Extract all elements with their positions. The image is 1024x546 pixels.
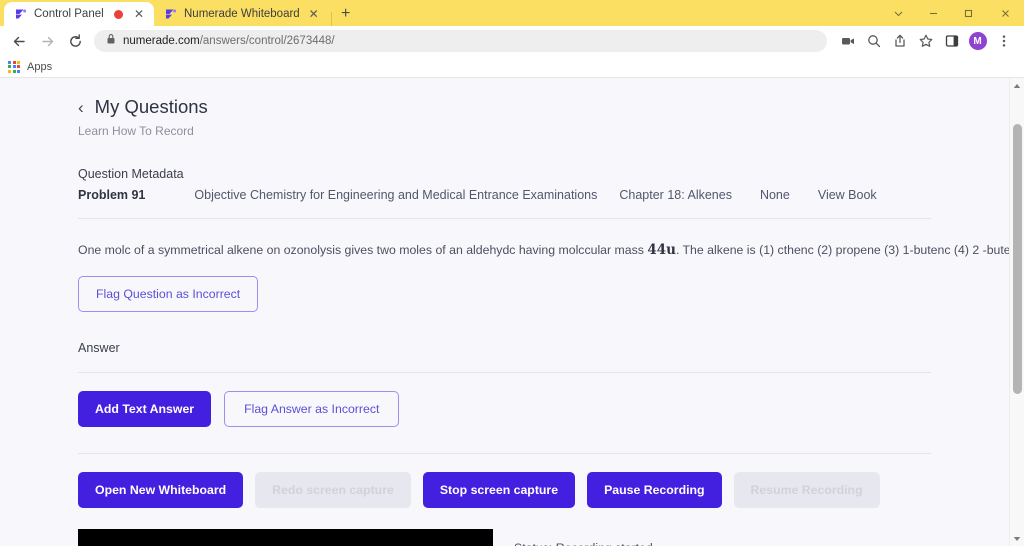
tab-close-icon[interactable]: ✕ [307,7,321,21]
minimize-icon[interactable] [916,0,951,26]
address-bar[interactable]: numerade.com/answers/control/2673448/ [94,30,827,52]
close-icon[interactable] [986,0,1024,26]
problem-number: Problem 91 [78,188,146,202]
tab-recording-indicator-icon [114,9,123,19]
recording-status-text: Status: Recording started. [514,541,750,546]
forward-icon[interactable] [34,28,60,54]
chapter-label: Chapter 18: Alkenes [619,188,732,202]
tab-strip: Control Panel ✕ Numerade Whiteboard ✕ + [0,0,358,26]
browser-tab-control-panel[interactable]: Control Panel ✕ [4,2,154,26]
metadata-divider [78,218,931,219]
side-panel-icon[interactable] [939,29,964,54]
open-new-whiteboard-button[interactable]: Open New Whiteboard [78,472,244,509]
pause-recording-button[interactable]: Pause Recording [587,472,722,509]
new-tab-button[interactable]: + [334,2,358,26]
back-chevron-icon[interactable]: ‹ [78,99,84,116]
reload-icon[interactable] [62,28,88,54]
maximize-icon[interactable] [951,0,986,26]
apps-grid-icon[interactable] [8,60,20,73]
numerade-logo-icon [164,8,177,21]
question-metadata-heading: Question Metadata [78,167,184,181]
section-label: None [759,188,790,202]
stop-screen-capture-button[interactable]: Stop screen capture [422,472,576,509]
scroll-up-arrow-icon[interactable] [1010,78,1024,93]
redo-screen-capture-button: Redo screen capture [255,472,411,509]
star-icon[interactable] [913,29,938,54]
flag-answer-as-incorrect-button[interactable]: Flag Answer as Incorrect [224,391,400,428]
recording-controls: Open New Whiteboard Redo screen capture … [78,472,931,509]
page-title[interactable]: My Questions [95,96,208,118]
url-path: /answers/control/2673448/ [199,35,335,47]
url-domain: numerade.com [123,35,200,47]
recording-divider [78,453,931,455]
tab-separator [330,12,332,26]
status-column: Status: Recording started. Upload and Fi… [493,529,750,546]
question-text-part2: . The alkene is (1) cthenc (2) propene (… [675,243,1009,257]
scrollbar-thumb[interactable] [1013,124,1022,394]
view-book-link[interactable]: View Book [818,188,877,202]
tab-title: Numerade Whiteboard [184,8,300,20]
question-text: One molc of a symmetrical alkene on ozon… [78,241,1009,259]
recording-preview-section: Status: Recording started. Upload and Fi… [78,529,931,546]
page-viewport: ‹ My Questions Learn How To Record Quest… [0,78,1024,546]
search-icon[interactable] [861,29,886,54]
book-title: Objective Chemistry for Engineering and … [194,188,598,202]
learn-how-to-record-link[interactable]: Learn How To Record [78,124,931,138]
flag-question-as-incorrect-button[interactable]: Flag Question as Incorrect [78,276,259,313]
answer-heading: Answer [78,341,120,356]
bookmark-apps-label[interactable]: Apps [27,61,52,73]
address-bar-url: numerade.com/answers/control/2673448/ [123,35,335,47]
lock-icon [106,32,116,50]
browser-window: Control Panel ✕ Numerade Whiteboard ✕ + [0,0,1024,546]
page-header: ‹ My Questions [78,96,931,118]
answer-actions: Add Text Answer Flag Answer as Incorrect [78,391,931,428]
page-content: ‹ My Questions Learn How To Record Quest… [0,78,1009,546]
video-preview[interactable] [78,529,493,546]
answer-divider [78,372,931,374]
tab-title: Control Panel [34,8,104,20]
video-camera-icon[interactable] [835,29,860,54]
avatar-initial: M [968,32,987,50]
more-menu-icon[interactable] [991,29,1016,54]
resume-recording-button: Resume Recording [733,472,880,509]
question-text-part1: One molc of a symmetrical alkene on ozon… [78,243,648,257]
numerade-logo-icon [14,8,27,21]
vertical-scrollbar[interactable] [1009,78,1024,546]
navigation-toolbar: numerade.com/answers/control/2673448/ M [0,26,1024,56]
bookmarks-bar: Apps [0,56,1024,78]
add-text-answer-button[interactable]: Add Text Answer [78,391,212,428]
tab-close-icon[interactable]: ✕ [132,7,146,21]
window-controls [881,0,1024,26]
share-icon[interactable] [887,29,912,54]
browser-tab-numerade-whiteboard[interactable]: Numerade Whiteboard ✕ [154,2,329,26]
title-bar: Control Panel ✕ Numerade Whiteboard ✕ + [0,0,1024,26]
chevron-down-icon[interactable] [881,0,916,26]
toolbar-icons: M [835,29,1016,54]
back-icon[interactable] [6,28,32,54]
scroll-down-arrow-icon[interactable] [1010,531,1024,546]
profile-avatar[interactable]: M [965,29,990,54]
question-metadata-row: Problem 91 Objective Chemistry for Engin… [78,188,931,202]
question-molecular-mass: 44u [647,242,676,258]
